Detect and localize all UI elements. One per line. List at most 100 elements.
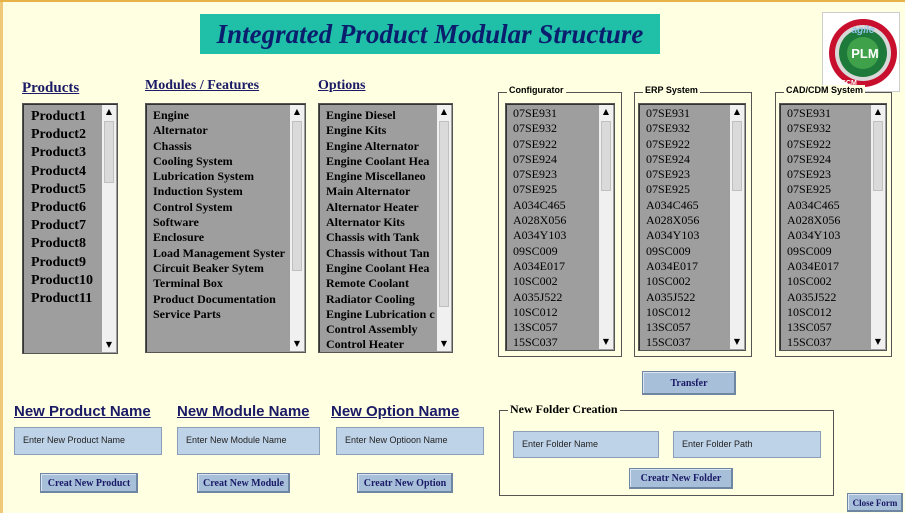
list-item[interactable]: Control System	[146, 200, 305, 215]
list-item[interactable]: Cooling System	[146, 154, 305, 169]
new-option-input[interactable]: Enter New Optioon Name	[336, 427, 484, 455]
list-item[interactable]: Lubrication System	[146, 169, 305, 184]
list-item[interactable]: Engine Lubrication c	[319, 307, 452, 322]
options-header: Options	[318, 78, 366, 93]
products-scrollbar[interactable]: ▲ ▼	[102, 105, 116, 352]
list-item[interactable]: Alternator	[146, 123, 305, 138]
list-item[interactable]: Software	[146, 215, 305, 230]
scroll-up-icon[interactable]: ▲	[102, 105, 116, 119]
scroll-up-icon[interactable]: ▲	[871, 105, 885, 119]
scroll-down-icon[interactable]: ▼	[437, 337, 451, 351]
list-item[interactable]: 07SE931	[506, 106, 614, 121]
scroll-up-icon[interactable]: ▲	[290, 105, 304, 119]
list-item[interactable]: 07SE923	[506, 167, 614, 182]
list-item[interactable]: Engine Kits	[319, 123, 452, 138]
list-item[interactable]: Enclosure	[146, 230, 305, 245]
cad-listbox[interactable]: 07SE931 07SE932 07SE922 07SE924 07SE923 …	[779, 103, 887, 351]
list-item[interactable]: Circuit Beaker Sytem	[146, 261, 305, 276]
scroll-down-icon[interactable]: ▼	[599, 335, 613, 349]
new-module-title: New Module Name	[177, 403, 310, 420]
folder-path-input[interactable]: Enter Folder Path	[673, 431, 821, 458]
list-item[interactable]: Chassis with Tank	[319, 230, 452, 245]
list-item[interactable]: Engine Diesel	[319, 108, 452, 123]
list-item[interactable]: 15SC037	[506, 335, 614, 350]
list-item[interactable]: A028X056	[506, 213, 614, 228]
logo-text-main: PLM	[851, 46, 878, 61]
list-item[interactable]: 07SE932	[506, 121, 614, 136]
scroll-thumb[interactable]	[439, 121, 449, 307]
scroll-thumb[interactable]	[873, 121, 883, 191]
list-item[interactable]: Induction System	[146, 184, 305, 199]
create-option-button[interactable]: Creatr New Option	[357, 473, 453, 493]
scroll-down-icon[interactable]: ▼	[730, 335, 744, 349]
create-folder-button[interactable]: Creatr New Folder	[629, 468, 733, 489]
cad-label: CAD/CDM System	[784, 85, 866, 95]
scroll-up-icon[interactable]: ▲	[599, 105, 613, 119]
scroll-thumb[interactable]	[732, 121, 742, 191]
modules-header: Modules / Features	[145, 78, 260, 93]
scroll-thumb[interactable]	[292, 121, 302, 271]
close-form-button[interactable]: Close Form	[847, 493, 903, 512]
scroll-down-icon[interactable]: ▼	[871, 335, 885, 349]
scroll-thumb[interactable]	[601, 121, 611, 191]
new-module-input[interactable]: Enter New Module Name	[177, 427, 320, 455]
list-item[interactable]: Control Heater	[319, 337, 452, 352]
erp-listbox[interactable]: 07SE931 07SE932 07SE922 07SE924 07SE923 …	[638, 103, 746, 351]
list-item[interactable]: A035J522	[506, 290, 614, 305]
folder-name-input[interactable]: Enter Folder Name	[513, 431, 659, 458]
scroll-down-icon[interactable]: ▼	[290, 337, 304, 351]
list-item[interactable]: 07SE925	[506, 182, 614, 197]
options-listbox[interactable]: Engine Diesel Engine Kits Engine Alterna…	[318, 103, 453, 353]
list-item[interactable]: Alternator Kits	[319, 215, 452, 230]
scroll-up-icon[interactable]: ▲	[730, 105, 744, 119]
list-item[interactable]: Alternator Heater	[319, 200, 452, 215]
create-product-button[interactable]: Creat New Product	[40, 473, 138, 493]
modules-listbox[interactable]: Engine Alternator Chassis Cooling System…	[145, 103, 306, 353]
list-item[interactable]: A034E017	[506, 259, 614, 274]
cad-scrollbar[interactable]: ▲ ▼	[871, 105, 885, 349]
list-item[interactable]: Product Documentation	[146, 292, 305, 307]
options-scrollbar[interactable]: ▲ ▼	[437, 105, 451, 351]
list-item[interactable]: 10SC012	[506, 305, 614, 320]
configurator-listbox[interactable]: 07SE931 07SE932 07SE922 07SE924 07SE923 …	[505, 103, 615, 351]
list-item[interactable]: Engine	[146, 108, 305, 123]
list-item[interactable]: Chassis without Tan	[319, 246, 452, 261]
configurator-scrollbar[interactable]: ▲ ▼	[599, 105, 613, 349]
create-module-button[interactable]: Creat New Module	[197, 473, 290, 493]
list-item[interactable]: A034Y103	[506, 228, 614, 243]
list-item[interactable]: Main Alternator	[319, 184, 452, 199]
list-item[interactable]: 09SC009	[506, 244, 614, 259]
list-item[interactable]: 07SE922	[506, 137, 614, 152]
list-item[interactable]: Radiator Cooling	[319, 292, 452, 307]
list-item[interactable]: A034C465	[506, 198, 614, 213]
new-product-input[interactable]: Enter New Product Name	[14, 427, 162, 455]
list-item[interactable]: Remote Coolant	[319, 276, 452, 291]
plm-logo-icon: agile PLM SCM	[822, 12, 900, 92]
list-item[interactable]: 07SE924	[506, 152, 614, 167]
window-left-edge	[0, 2, 3, 513]
configurator-label: Configurator	[507, 85, 566, 95]
scroll-up-icon[interactable]: ▲	[437, 105, 451, 119]
list-item[interactable]: Engine Alternator	[319, 139, 452, 154]
list-item[interactable]: Terminal Box	[146, 276, 305, 291]
list-item[interactable]: Engine Coolant Hea	[319, 154, 452, 169]
transfer-button[interactable]: Transfer	[642, 371, 736, 395]
list-item[interactable]: Control Assembly	[319, 322, 452, 337]
list-item[interactable]: Engine Coolant Hea	[319, 261, 452, 276]
modules-scrollbar[interactable]: ▲ ▼	[290, 105, 304, 351]
products-listbox[interactable]: Product1 Product2 Product3 Product4 Prod…	[22, 103, 118, 354]
erp-scrollbar[interactable]: ▲ ▼	[730, 105, 744, 349]
list-item[interactable]: Chassis	[146, 139, 305, 154]
new-option-title: New Option Name	[331, 403, 460, 420]
logo-text-top: agile	[852, 25, 875, 36]
erp-label: ERP System	[643, 85, 700, 95]
page-title: Integrated Product Modular Structure	[200, 14, 660, 54]
new-folder-label: New Folder Creation	[508, 402, 620, 417]
list-item[interactable]: Service Parts	[146, 307, 305, 322]
list-item[interactable]: 13SC057	[506, 320, 614, 335]
list-item[interactable]: 10SC002	[506, 274, 614, 289]
list-item[interactable]: Engine Miscellaneo	[319, 169, 452, 184]
list-item[interactable]: Load Management Syster	[146, 246, 305, 261]
scroll-thumb[interactable]	[104, 121, 114, 183]
scroll-down-icon[interactable]: ▼	[102, 338, 116, 352]
